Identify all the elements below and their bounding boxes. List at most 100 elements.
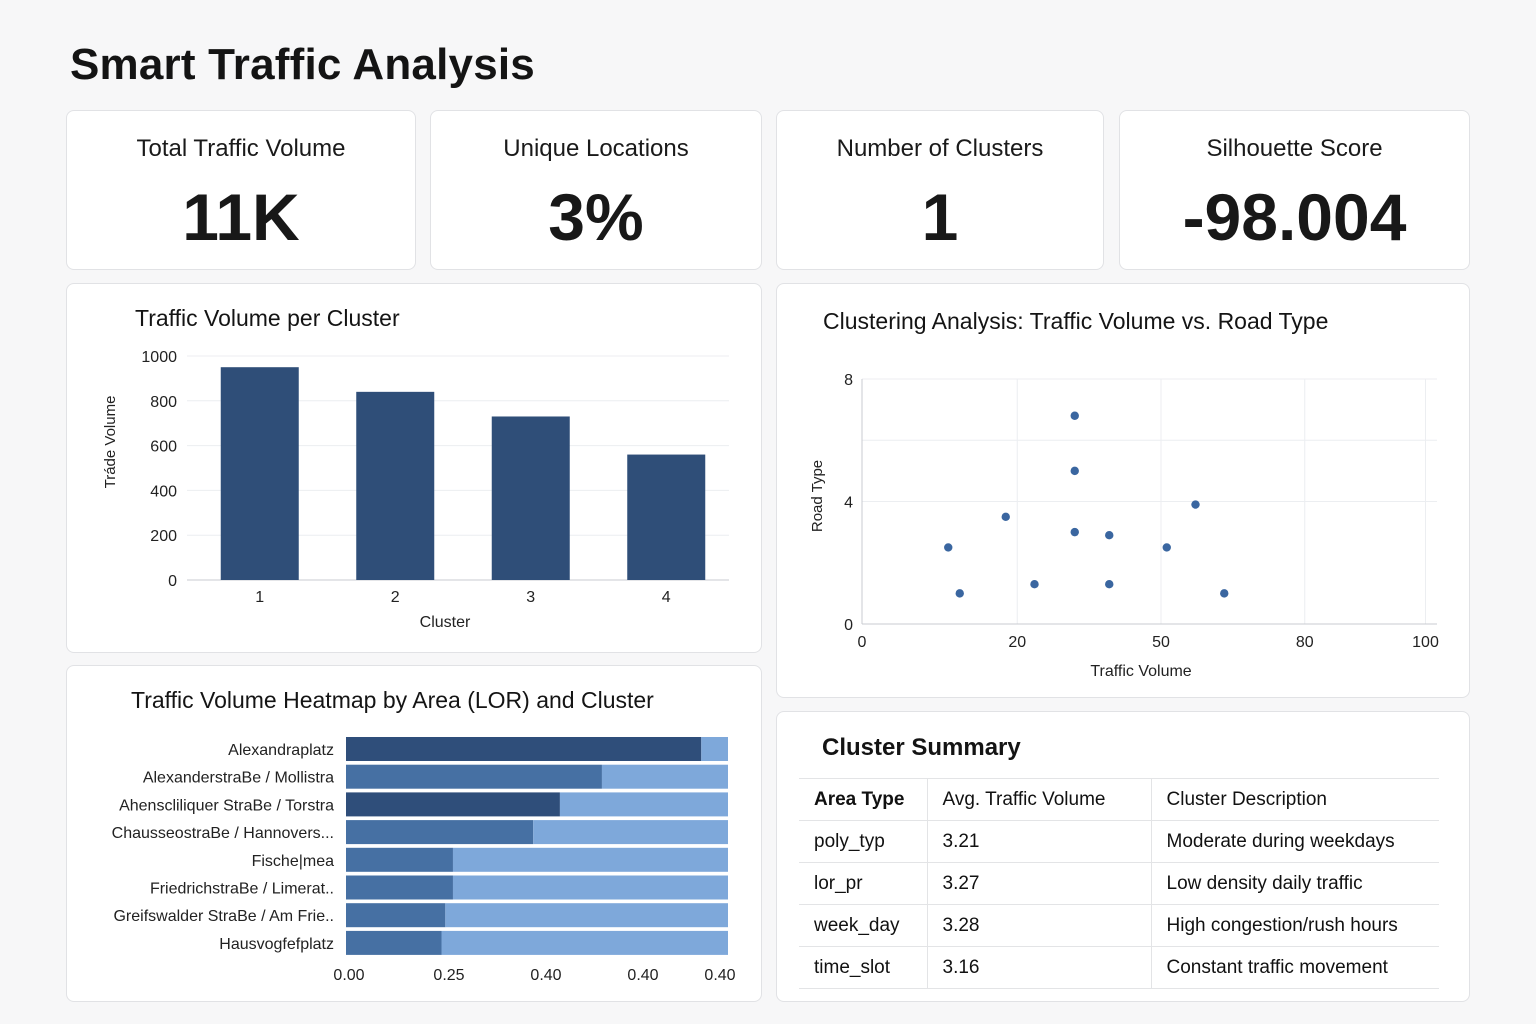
heatmap-cell [346,764,602,789]
kpi-value: 1 [921,180,959,254]
heatmap-cell [346,903,446,928]
x-tick-label: 3 [526,589,535,606]
scatter-point [1070,411,1079,420]
table-cell: High congestion/rush hours [1150,904,1439,947]
x-tick-label: 0.25 [433,967,464,984]
table-cell: 3.27 [926,862,1151,905]
cluster-summary-table: Area Type Avg. Traffic Volume Cluster De… [799,778,1439,989]
bar-chart: Traffic Volume per Cluster 0 200 400 600 800… [102,305,729,631]
x-tick-label: 0.40 [704,967,735,984]
x-tick-label: 100 [1412,634,1439,651]
heatmap-row-label: Greifswalder StraBe / Am Frie.. [113,908,334,925]
x-tick-label: 20 [1008,634,1026,651]
kpi-label: Total Traffic Volume [136,135,346,162]
table-row: time_slot 3.16 Constant traffic movement [799,946,1439,989]
x-tick-label: 0.40 [530,967,561,984]
table-cell: 3.28 [926,904,1151,947]
heatmap-cell [346,930,442,955]
scatter-chart-card: Clustering Analysis: Traffic Volume vs. … [776,283,1470,698]
heatmap-row-label: AlexanderstraBe / Mollistra [143,770,334,787]
table-cell: 3.16 [926,946,1151,989]
heatmap-row-label: Fische|mea [252,853,335,870]
heatmap-cell [346,737,702,761]
heatmap-cell [701,737,728,761]
cluster-summary-title: Cluster Summary [822,734,1021,761]
x-tick-label: 50 [1152,634,1170,651]
page-title: Smart Traffic Analysis [70,40,535,89]
y-tick-label: 800 [150,394,177,411]
scatter-point [955,589,964,598]
bar [627,454,706,580]
column-header-description: Cluster Description [1150,778,1439,821]
x-tick-label: 0.40 [627,967,658,984]
table-cell: Constant traffic movement [1150,946,1439,989]
kpi-value: 11K [182,180,300,254]
bar-chart-title: Traffic Volume per Cluster [135,305,400,331]
kpi-card-silhouette-score: Silhouette Score -98.004 [1119,110,1470,270]
bar-chart-xlabel: Cluster [420,614,471,631]
scatter-point [1162,543,1171,552]
table-header-row: Area Type Avg. Traffic Volume Cluster De… [799,778,1439,821]
table-cell: lor_pr [799,862,927,905]
x-tick-label: 4 [662,589,671,606]
cluster-summary-card: Cluster Summary Area Type Avg. Traffic V… [776,711,1470,1002]
scatter-point [944,543,953,552]
kpi-value: -98.004 [1182,180,1407,254]
scatter-chart-xlabel: Traffic Volume [1090,663,1191,680]
y-tick-label: 8 [844,372,853,389]
y-tick-label: 4 [844,495,853,512]
scatter-chart: Clustering Analysis: Traffic Volume vs. … [809,308,1439,680]
heatmap-cell [559,792,728,817]
heatmap-row-label: Hausvogfefplatz [219,936,334,953]
y-tick-label: 0 [844,617,853,634]
y-tick-label: 200 [150,528,177,545]
kpi-label: Silhouette Score [1206,135,1383,162]
bar-chart-card: Traffic Volume per Cluster 0 200 400 600 800… [66,283,762,653]
heatmap-cell [441,930,728,955]
heatmap-cell [346,792,560,817]
scatter-point [1070,527,1079,537]
heatmap-cell [452,847,728,872]
heatmap-cell [445,903,728,928]
heatmap-cell [452,875,728,900]
x-tick-label: 0.00 [333,967,364,984]
scatter-chart-ylabel: Road Type [809,460,826,532]
scatter-point [1105,530,1114,540]
y-tick-label: 0 [168,573,177,590]
heatmap-cell [346,847,453,872]
table-cell: poly_typ [799,820,927,863]
scatter-point [1030,579,1039,589]
table-cell: week_day [799,904,927,947]
kpi-card-total-traffic: Total Traffic Volume 11K [66,110,416,270]
kpi-label: Number of Clusters [836,135,1044,162]
heatmap-cell [346,875,453,900]
heatmap-cell [346,820,534,845]
x-tick-label: 2 [391,589,400,606]
table-row: lor_pr 3.27 Low density daily traffic [799,862,1439,905]
heatmap-row-label: FriedrichstraBe / Limerat.. [150,881,334,898]
y-tick-label: 400 [150,483,177,500]
bar [491,416,570,580]
table-cell: Low density daily traffic [1150,862,1439,905]
scatter-point [1220,589,1229,598]
heatmap-cell [601,764,728,789]
scatter-point [1105,579,1114,589]
table-row: poly_typ 3.21 Moderate during weekdays [799,820,1439,863]
scatter-point [1191,500,1200,509]
table-row: week_day 3.28 High congestion/rush hours [799,904,1439,947]
table-cell: Moderate during weekdays [1150,820,1439,863]
bar [220,367,299,580]
kpi-label: Unique Locations [503,135,689,162]
heatmap-cell [533,820,728,845]
bar [356,391,435,580]
kpi-value: 3% [548,180,644,254]
table-cell: time_slot [799,946,927,989]
x-tick-label: 0 [858,634,867,651]
heatmap-chart: Traffic Volume Heatmap by Area (LOR) and… [112,687,736,984]
x-tick-label: 80 [1296,634,1314,651]
heatmap-title: Traffic Volume Heatmap by Area (LOR) and… [131,687,654,713]
column-header-area-type: Area Type [799,778,927,821]
bar-chart-ylabel: Tráde Volume [102,396,119,489]
scatter-chart-title: Clustering Analysis: Traffic Volume vs. … [823,308,1328,334]
x-tick-label: 1 [255,589,264,606]
